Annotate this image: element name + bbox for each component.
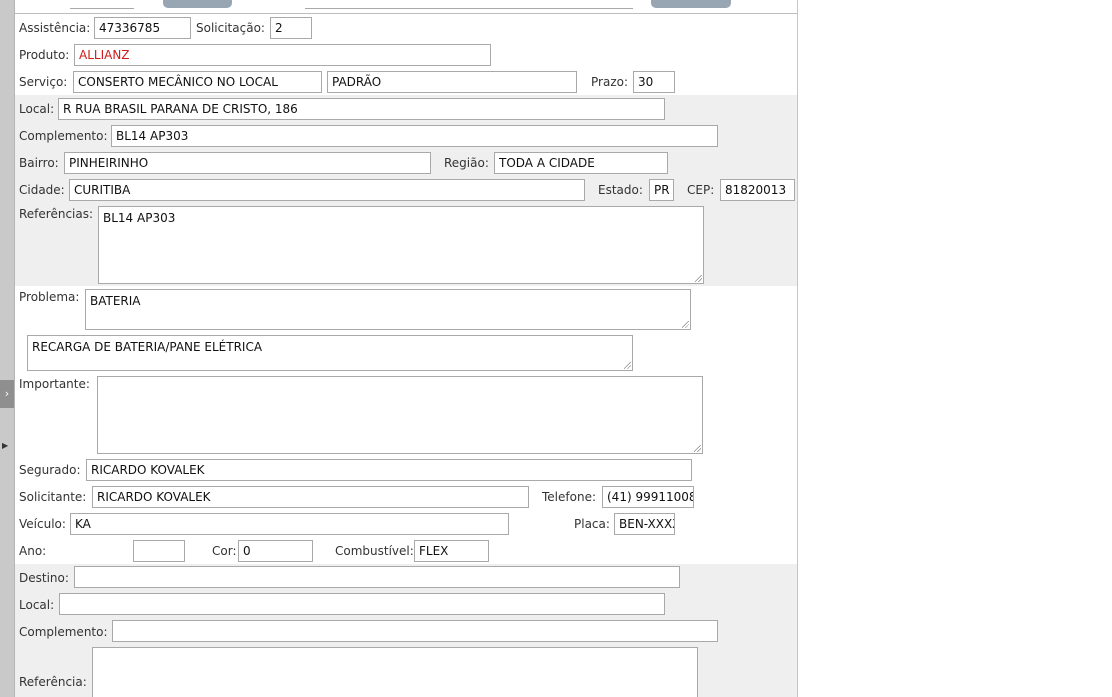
complemento-field[interactable]: BL14 AP303 [111,125,718,147]
expand-panel-tab[interactable]: › [0,380,14,408]
cidade-label: Cidade: [19,183,65,197]
telefone-label: Telefone: [542,490,596,504]
solicitacao-label: Solicitação: [196,21,265,35]
veiculo-field[interactable]: KA [70,513,509,535]
importante-label: Importante: [19,377,90,391]
resize-grip-icon[interactable] [624,362,631,369]
bairro-field[interactable]: PINHEIRINHO [64,152,431,174]
top-button-partial-right[interactable] [651,0,731,8]
cor-field[interactable]: 0 [238,540,313,562]
assistencia-field[interactable]: 47336785 [94,17,191,39]
prazo-field[interactable]: 30 [633,71,675,93]
problema-textarea[interactable]: BATERIA [85,289,691,330]
problema-label: Problema: [19,290,80,304]
bairro-label: Bairro: [19,156,59,170]
regiao-label: Região: [444,156,489,170]
prazo-label: Prazo: [591,75,628,89]
problema-text: BATERIA [90,294,141,308]
problema-detalhe-textarea[interactable]: RECARGA DE BATERIA/PANE ELÉTRICA [27,335,633,371]
cep-label: CEP: [687,183,715,197]
referencias-textarea[interactable]: BL14 AP303 [98,206,704,284]
referencias-label: Referências: [19,207,94,221]
solicitante-label: Solicitante: [19,490,87,504]
produto-field[interactable]: ALLIANZ [74,44,491,66]
cidade-field[interactable]: CURITIBA [69,179,585,201]
top-select-partial[interactable] [305,0,633,9]
servico-label: Serviço: [19,75,68,89]
resize-grip-icon[interactable] [682,321,689,328]
placa-label: Placa: [574,517,610,531]
servico-field[interactable]: CONSERTO MECÂNICO NO LOCAL [73,71,322,93]
destino-complemento-label: Complemento: [19,625,108,639]
ano-field[interactable] [133,540,185,562]
top-divider [15,13,797,14]
destino-label: Destino: [19,571,69,585]
destino-local-label: Local: [19,598,55,612]
solicitacao-field[interactable]: 2 [270,17,312,39]
destino-referencia-label: Referência: [19,675,87,689]
destino-local-field[interactable] [59,593,665,615]
local-label: Local: [19,102,55,116]
segurado-field[interactable]: RICARDO KOVALEK [86,459,692,481]
problema-detalhe-text: RECARGA DE BATERIA/PANE ELÉTRICA [32,340,263,354]
cep-field[interactable]: 81820013 [720,179,795,201]
veiculo-label: Veículo: [19,517,66,531]
service-form-panel: Assistência: 47336785 Solicitação: 2 Pro… [15,0,798,697]
importante-textarea[interactable] [97,376,703,454]
combustivel-label: Combustível: [335,544,414,558]
servico-tipo-field[interactable]: PADRÃO [327,71,577,93]
regiao-field[interactable]: TODA A CIDADE [494,152,668,174]
resize-grip-icon[interactable] [695,275,702,282]
top-button-partial-left[interactable] [163,0,232,8]
segurado-label: Segurado: [19,463,81,477]
chevron-right-icon: › [4,387,10,400]
placa-field[interactable]: BEN-XXXX [614,513,675,535]
telefone-field[interactable]: (41) 999110088 [602,486,694,508]
assistencia-label: Assistência: [19,21,91,35]
destino-referencia-textarea[interactable] [92,647,698,697]
left-side-strip: › ▶ [0,0,15,697]
referencias-text: BL14 AP303 [103,211,176,225]
cor-label: Cor: [212,544,237,558]
combustivel-field[interactable]: FLEX [414,540,489,562]
destino-field[interactable] [74,566,680,588]
destino-complemento-field[interactable] [112,620,718,642]
ano-label: Ano: [19,544,47,558]
complemento-label: Complemento: [19,129,108,143]
top-field-partial[interactable] [70,0,134,9]
produto-label: Produto: [19,48,70,62]
triangle-right-icon[interactable]: ▶ [2,441,8,450]
estado-label: Estado: [598,183,643,197]
local-field[interactable]: R RUA BRASIL PARANA DE CRISTO, 186 [58,98,665,120]
resize-grip-icon[interactable] [694,445,701,452]
estado-field[interactable]: PR [649,179,674,201]
solicitante-field[interactable]: RICARDO KOVALEK [92,486,529,508]
